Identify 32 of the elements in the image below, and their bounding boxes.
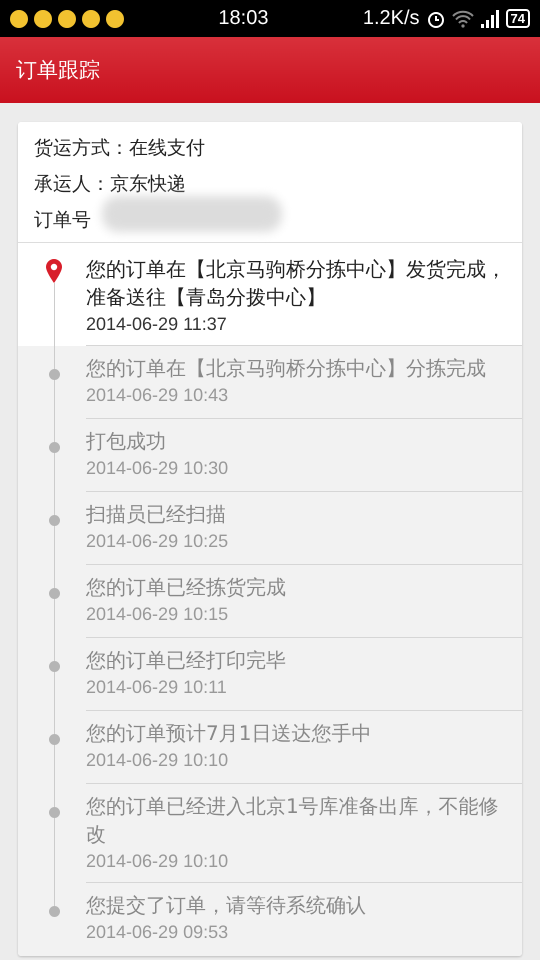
emoji-icon: [106, 10, 124, 28]
event-text: 您的订单已经进入北京1号库准备出库，不能修改: [86, 793, 500, 848]
event-time: 2014-06-29 11:37: [86, 313, 228, 336]
event-text: 您的订单已经打印完毕: [86, 647, 287, 674]
order-info: 承运人：京东快递: [34, 172, 186, 197]
emoji-icon: [10, 10, 28, 28]
page-title: 订单跟踪: [16, 57, 100, 84]
event-text: 您的订单已经拣货完成: [86, 574, 287, 601]
wifi-icon: [452, 10, 474, 28]
event-time: 2014-06-29 10:30: [86, 457, 230, 480]
event-text: 您的订单在【北京马驹桥分拣中心】发货完成，准备送往【青岛分拨中心】: [86, 256, 507, 311]
event-text: 您的订单在【北京马驹桥分拣中心】分拣完成: [86, 355, 487, 382]
signal-icon: [480, 10, 500, 28]
event-text: 扫描员已经扫描: [86, 501, 227, 528]
network-speed: 1.2K/s: [362, 7, 420, 30]
event-time: 2014-06-29 10:25: [86, 530, 230, 553]
emoji-icon: [82, 10, 100, 28]
event-time: 2014-06-29 10:10: [86, 850, 230, 873]
clock: 18:03: [218, 7, 268, 30]
event-text: 打包成功: [86, 428, 167, 455]
event-time: 2014-06-29 10:10: [86, 749, 230, 772]
event-time: 2014-06-29 10:11: [86, 676, 228, 699]
event-time: 2014-06-29 10:43: [86, 384, 230, 407]
order-info: 货运方式：在线支付: [34, 136, 205, 161]
event-text: 您的订单预计7月1日送达您手中: [86, 720, 372, 747]
event-time: 2014-06-29 09:53: [86, 921, 230, 944]
battery-level: 74: [506, 9, 530, 28]
event-time: 2014-06-29 10:15: [86, 603, 230, 626]
event-text: 您提交了订单，请等待系统确认: [86, 892, 367, 919]
order-info: 订单号: [34, 208, 91, 233]
emoji-icon: [58, 10, 76, 28]
emoji-icon: [34, 10, 52, 28]
